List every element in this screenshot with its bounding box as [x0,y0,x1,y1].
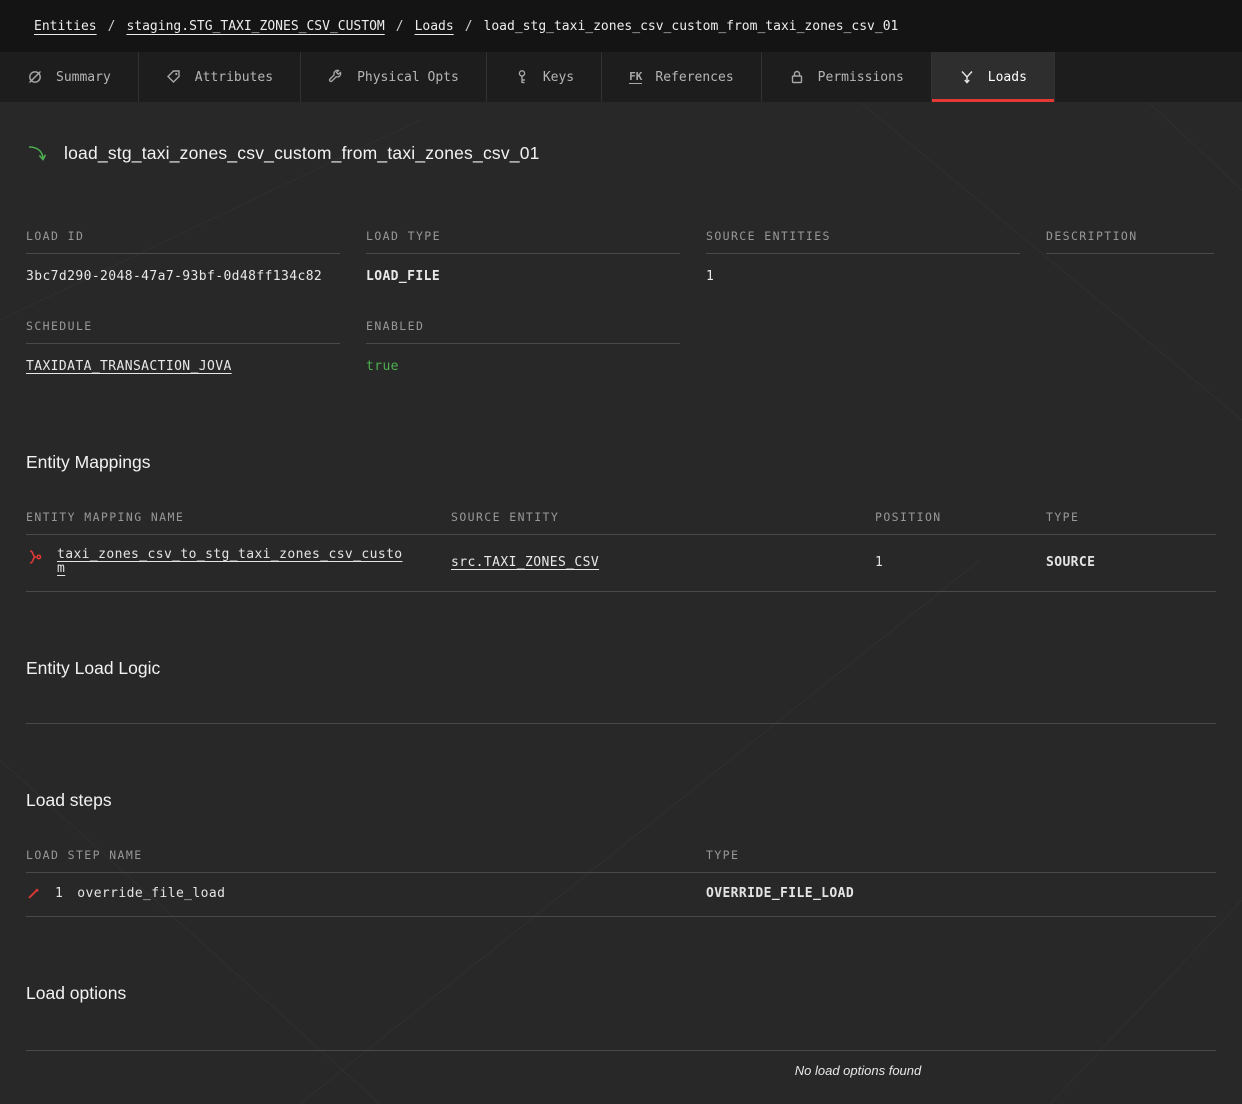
column-header-type: TYPE [1046,499,1216,535]
column-header-load-step-name: LOAD STEP NAME [26,837,706,873]
load-options-divider [26,1050,1216,1051]
load-details-row-1: LOAD ID 3bc7d290-2048-47a7-93bf-0d48ff13… [26,218,1216,308]
entity-load-logic-divider [26,723,1216,724]
tab-references[interactable]: FK References [602,52,762,102]
tab-attributes[interactable]: Attributes [139,52,301,102]
page-header: load_stg_taxi_zones_csv_custom_from_taxi… [26,142,1216,164]
field-value-enabled: true [366,344,680,398]
table-row-type: SOURCE [1046,535,1216,592]
field-schedule: SCHEDULE TAXIDATA_TRANSACTION_JOVA [26,308,366,398]
load-details-row-2: SCHEDULE TAXIDATA_TRANSACTION_JOVA ENABL… [26,308,1216,398]
column-header-step-type: TYPE [706,837,1216,873]
field-description: DESCRIPTION [1046,218,1216,308]
breadcrumb-separator: / [396,19,404,34]
field-source-entities: SOURCE ENTITIES 1 [706,218,1046,308]
breadcrumb-separator: / [465,19,473,34]
tab-label: Attributes [195,70,273,85]
field-label: SOURCE ENTITIES [706,218,1020,254]
tab-keys[interactable]: Keys [487,52,602,102]
entity-mappings-table: ENTITY MAPPING NAME SOURCE ENTITY POSITI… [26,499,1216,592]
load-options-empty-message: No load options found [474,1063,1242,1078]
load-step-icon [26,886,41,901]
load-step-index: 1 [55,886,63,901]
schedule-link[interactable]: TAXIDATA_TRANSACTION_JOVA [26,359,232,374]
tab-label: Summary [56,70,111,85]
load-icon [959,69,975,85]
mapping-icon [26,549,44,565]
table-row-step-type: OVERRIDE_FILE_LOAD [706,873,1216,917]
breadcrumb-link-loads[interactable]: Loads [415,19,454,34]
field-label: LOAD TYPE [366,218,680,254]
tab-label: Keys [543,70,574,85]
tab-permissions[interactable]: Permissions [762,52,932,102]
field-label: ENABLED [366,308,680,344]
entity-load-logic-title: Entity Load Logic [26,658,1216,679]
field-label: LOAD ID [26,218,340,254]
source-entity-link[interactable]: src.TAXI_ZONES_CSV [451,555,599,570]
field-enabled: ENABLED true [366,308,706,398]
breadcrumb-separator: / [108,19,116,34]
tab-label: References [655,70,733,85]
field-label: DESCRIPTION [1046,218,1214,254]
table-row-source-entity: src.TAXI_ZONES_CSV [451,535,875,592]
table-row-position: 1 [875,535,1046,592]
tab-label: Permissions [818,70,904,85]
fk-icon: FK [629,71,642,84]
breadcrumb-current: load_stg_taxi_zones_csv_custom_from_taxi… [484,19,899,34]
column-header-position: POSITION [875,499,1046,535]
tab-label: Physical Opts [357,70,459,85]
tab-bar: Summary Attributes Physical Opts Keys FK… [0,52,1242,102]
entity-mappings-title: Entity Mappings [26,452,1216,473]
breadcrumb-link-entity[interactable]: staging.STG_TAXI_ZONES_CSV_CUSTOM [126,19,384,34]
table-row-mapping-name: taxi_zones_csv_to_stg_taxi_zones_csv_cus… [26,535,451,592]
key-icon [514,69,530,85]
load-steps-title: Load steps [26,790,1216,811]
field-load-id: LOAD ID 3bc7d290-2048-47a7-93bf-0d48ff13… [26,218,366,308]
wrench-icon [328,69,344,85]
load-steps-table: LOAD STEP NAME TYPE 1 override_file_load… [26,837,1216,917]
page-title: load_stg_taxi_zones_csv_custom_from_taxi… [64,143,540,164]
breadcrumb-link-entities[interactable]: Entities [34,19,97,34]
field-value-description [1046,254,1214,293]
tab-physical-opts[interactable]: Physical Opts [301,52,487,102]
breadcrumb: Entities / staging.STG_TAXI_ZONES_CSV_CU… [0,0,1242,52]
field-value-load-id: 3bc7d290-2048-47a7-93bf-0d48ff134c82 [26,254,340,308]
lock-icon [789,69,805,85]
tag-icon [166,69,182,85]
summary-icon [27,69,43,85]
field-value-load-type: LOAD_FILE [366,254,680,308]
table-row-step-name: 1 override_file_load [26,873,706,917]
field-value-source-entities: 1 [706,254,1020,308]
tab-loads[interactable]: Loads [932,52,1055,102]
entity-mapping-link[interactable]: taxi_zones_csv_to_stg_taxi_zones_csv_cus… [57,548,409,576]
load-arrow-icon [26,142,48,164]
field-load-type: LOAD TYPE LOAD_FILE [366,218,706,308]
column-header-entity-mapping-name: ENTITY MAPPING NAME [26,499,451,535]
load-options-title: Load options [26,983,1216,1004]
tab-summary[interactable]: Summary [0,52,139,102]
tab-label: Loads [988,70,1027,85]
load-step-name: override_file_load [77,886,225,901]
main-content: load_stg_taxi_zones_csv_custom_from_taxi… [0,102,1242,1078]
field-label: SCHEDULE [26,308,340,344]
column-header-source-entity: SOURCE ENTITY [451,499,875,535]
